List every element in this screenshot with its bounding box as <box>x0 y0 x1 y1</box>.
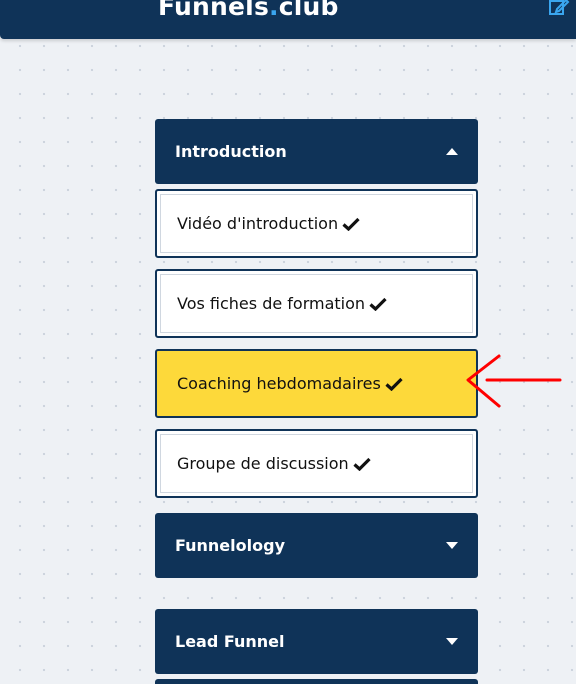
checkmark-icon <box>369 297 387 311</box>
lesson-label: Vos fiches de formation <box>177 294 366 313</box>
caret-up-icon <box>446 148 458 155</box>
top-header: Funnels.club <box>0 0 576 39</box>
section-header-lead-funnel[interactable]: Lead Funnel <box>155 609 478 674</box>
lesson-label: Coaching hebdomadaires <box>177 374 381 393</box>
annotation-arrow-icon <box>466 354 562 408</box>
funnels-club-logo[interactable]: Funnels.club <box>158 0 339 21</box>
lesson-label: Vidéo d'introduction <box>177 214 339 233</box>
checkmark-icon <box>385 377 403 391</box>
lesson-label: Groupe de discussion <box>177 454 349 473</box>
checkmark-icon <box>342 217 360 231</box>
logo-dot: . <box>269 0 279 21</box>
edit-icon[interactable] <box>548 0 570 18</box>
section-label: Lead Funnel <box>175 632 285 651</box>
next-section-header-peek <box>155 679 478 684</box>
lesson-item-fiches-formation[interactable]: Vos fiches de formation <box>155 269 478 338</box>
lesson-item-groupe-discussion[interactable]: Groupe de discussion <box>155 429 478 498</box>
checkmark-icon <box>353 457 371 471</box>
section-label: Funnelology <box>175 536 285 555</box>
logo-main: Funnels <box>158 0 270 21</box>
lesson-item-video-introduction[interactable]: Vidéo d'introduction <box>155 189 478 258</box>
caret-down-icon <box>446 542 458 549</box>
lesson-item-coaching-hebdomadaires[interactable]: Coaching hebdomadaires <box>155 349 478 418</box>
caret-down-icon <box>446 638 458 645</box>
logo-tail: club <box>278 0 339 21</box>
section-label: Introduction <box>175 142 287 161</box>
section-header-introduction[interactable]: Introduction <box>155 119 478 184</box>
section-header-funnelology[interactable]: Funnelology <box>155 513 478 578</box>
